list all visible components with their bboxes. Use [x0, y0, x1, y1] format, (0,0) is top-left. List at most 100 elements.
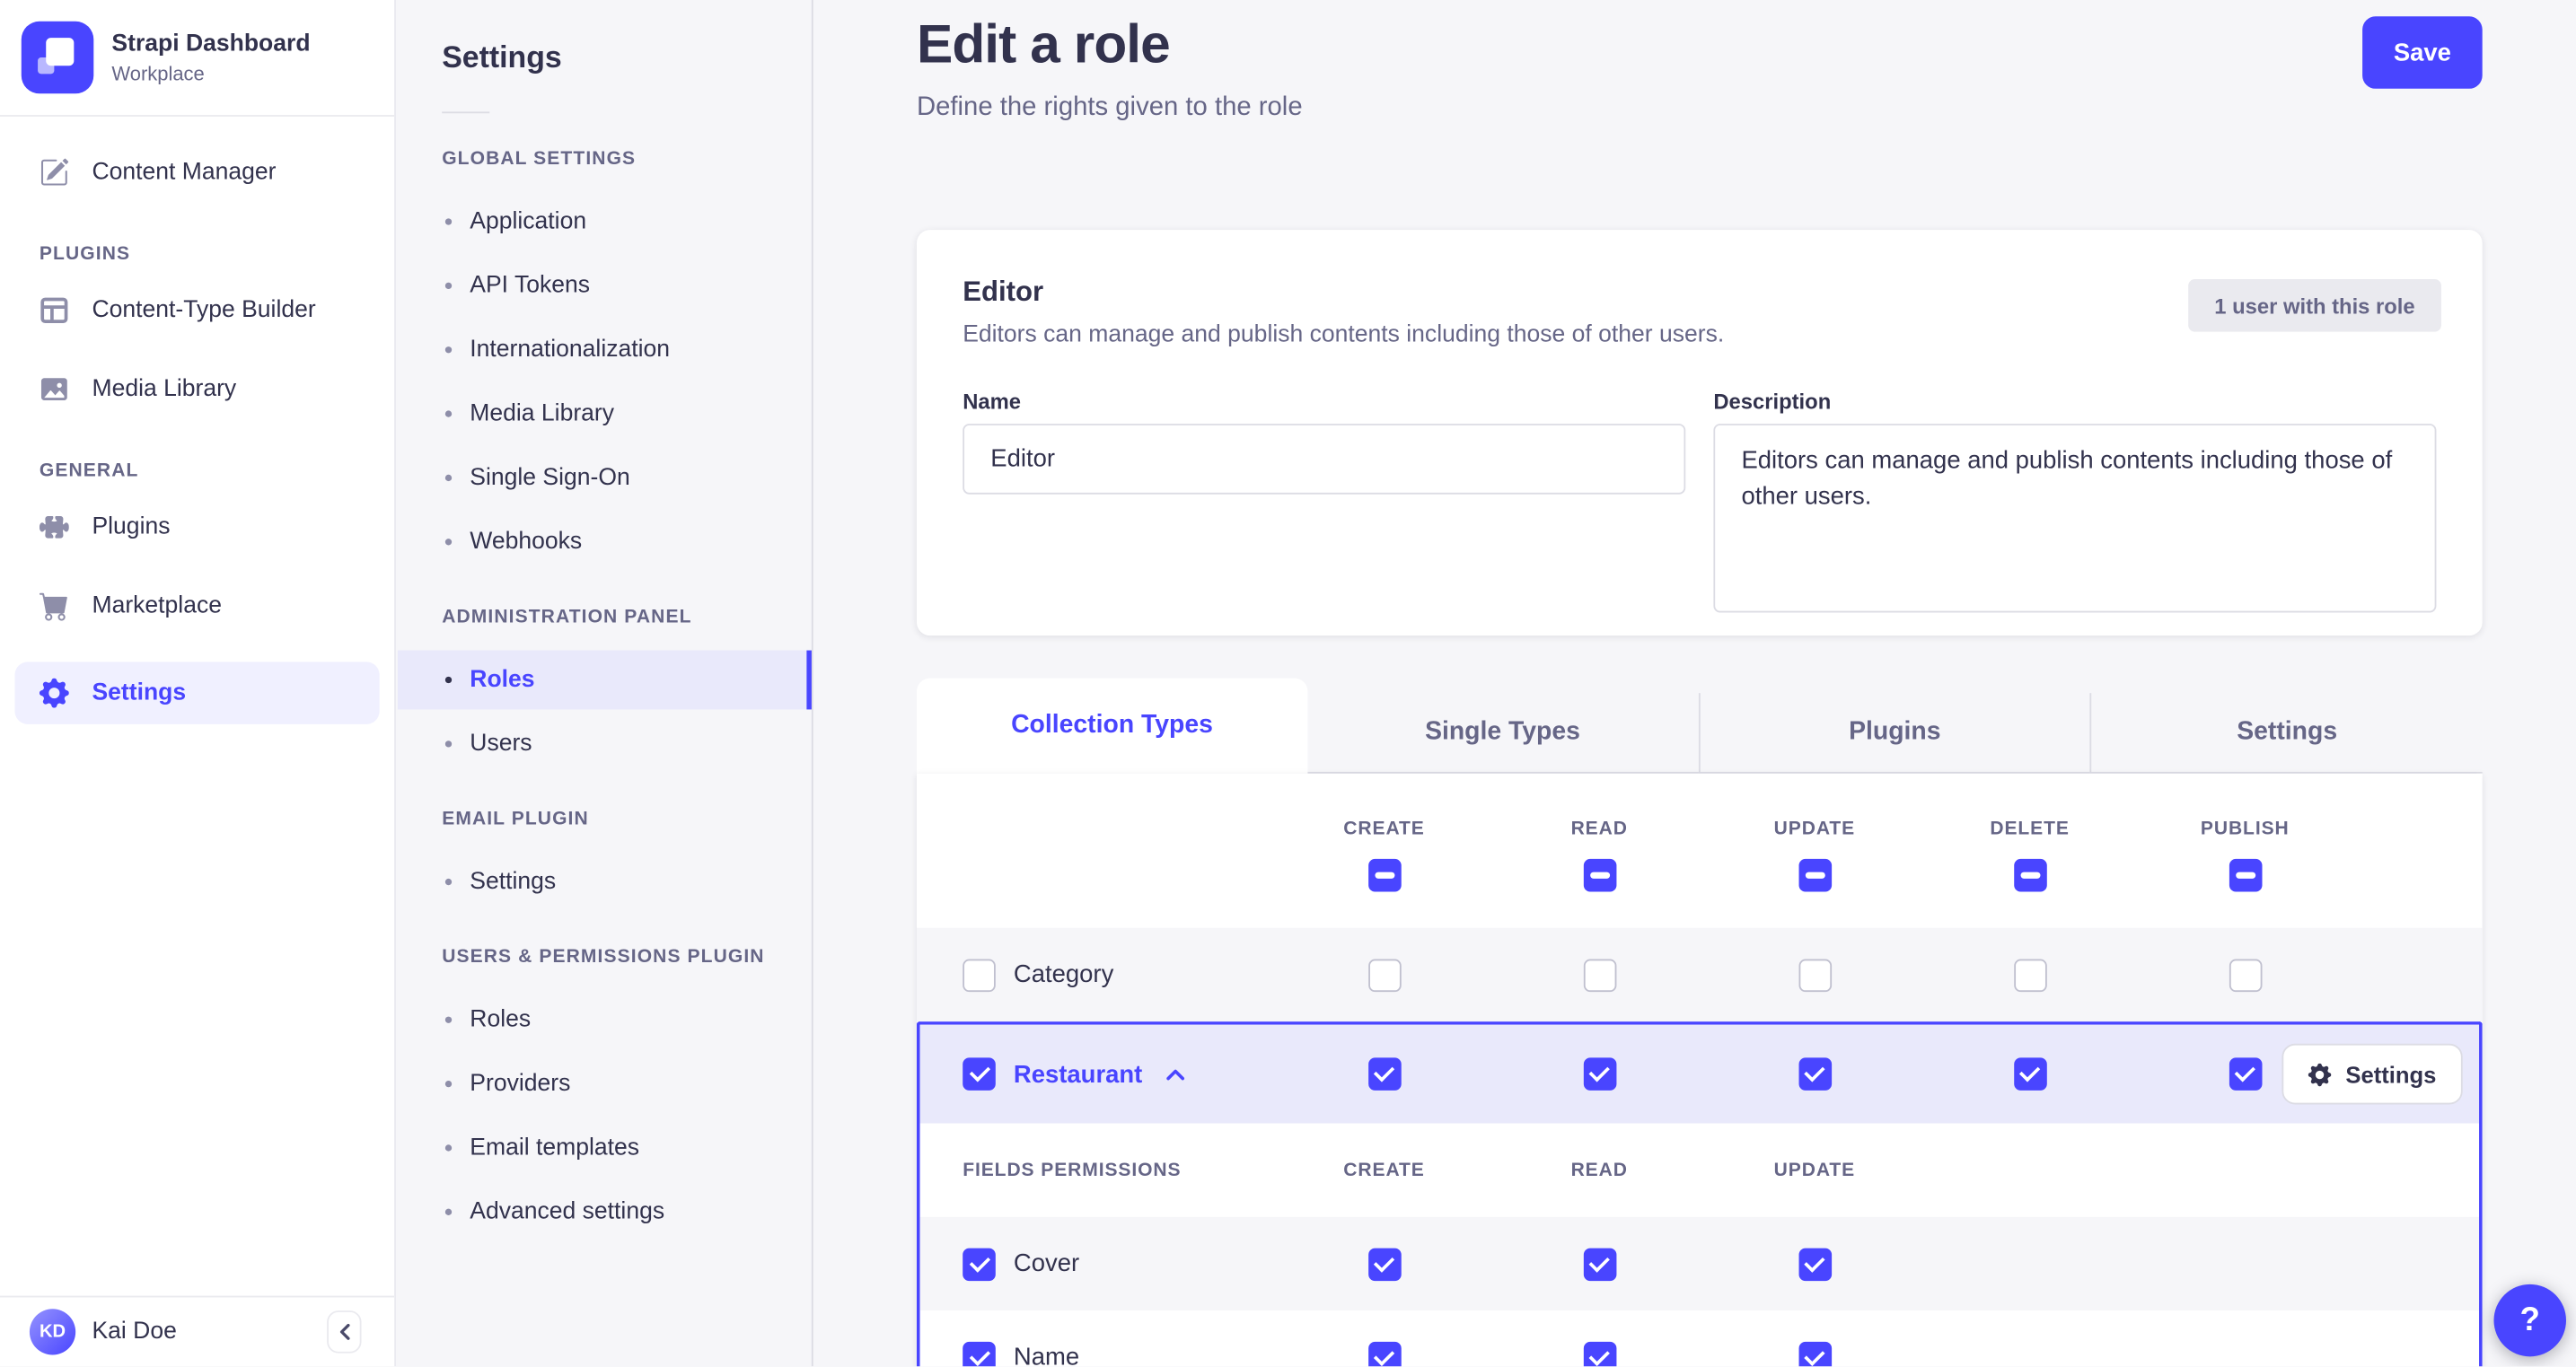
sidebar-item-label: Marketplace: [92, 592, 222, 619]
subnav-item-internationalization[interactable]: Internationalization: [398, 320, 812, 380]
main-sidebar: Strapi Dashboard Workplace Content Manag…: [0, 0, 396, 1367]
save-button[interactable]: Save: [2362, 16, 2483, 89]
tab-collection-types[interactable]: Collection Types: [916, 678, 1307, 774]
restaurant-delete-checkbox[interactable]: [2013, 1057, 2046, 1091]
tab-single-types[interactable]: Single Types: [1306, 693, 1698, 774]
permissions-header-row: CREATE READ UPDATE DELETE PUBLISH: [917, 774, 2483, 928]
category-delete-checkbox[interactable]: [2013, 958, 2046, 992]
subnav-item-api-tokens[interactable]: API Tokens: [398, 256, 812, 315]
description-input[interactable]: Editors can manage and publish contents …: [1713, 424, 2437, 613]
cover-read-checkbox[interactable]: [1582, 1247, 1616, 1281]
restaurant-create-checkbox[interactable]: [1367, 1057, 1401, 1091]
sidebar-item-label: Content Manager: [92, 159, 277, 186]
category-publish-checkbox[interactable]: [2228, 958, 2262, 992]
divider: [442, 111, 490, 114]
subnav-item-roles-up[interactable]: Roles: [398, 990, 812, 1049]
subnav-item-label: Internationalization: [470, 337, 671, 364]
cell: [1491, 1057, 1707, 1091]
sidebar-item-plugins[interactable]: Plugins: [0, 495, 394, 560]
column-label: READ: [1570, 1160, 1628, 1180]
name-update-checkbox[interactable]: [1798, 1340, 1832, 1367]
restaurant-publish-checkbox[interactable]: [2228, 1057, 2262, 1091]
tab-settings[interactable]: Settings: [2089, 693, 2483, 774]
row-label[interactable]: Category: [1014, 960, 1113, 988]
cover-update-checkbox[interactable]: [1798, 1247, 1832, 1281]
subnav-item-advanced-settings[interactable]: Advanced settings: [398, 1182, 812, 1241]
restaurant-read-checkbox[interactable]: [1582, 1057, 1616, 1091]
select-all-publish-checkbox[interactable]: [2228, 858, 2262, 892]
subnav-item-label: Email templates: [470, 1135, 640, 1161]
select-all-delete-checkbox[interactable]: [2013, 858, 2046, 892]
subnav-item-users[interactable]: Users: [398, 714, 812, 774]
row-label: Cover: [1013, 1249, 1080, 1278]
restaurant-row-checkbox[interactable]: [963, 1057, 996, 1091]
category-create-checkbox[interactable]: [1367, 958, 1401, 992]
tab-plugins[interactable]: Plugins: [1697, 693, 2090, 774]
description-field-group: Description Editors can manage and publi…: [1713, 389, 2437, 621]
subnav-item-providers[interactable]: Providers: [398, 1055, 812, 1114]
cell: [1277, 1247, 1492, 1281]
category-row-checkbox[interactable]: [963, 958, 996, 992]
cell: [1707, 1340, 1922, 1367]
subnav-item-media-library[interactable]: Media Library: [398, 384, 812, 443]
select-all-create-checkbox[interactable]: [1367, 858, 1401, 892]
avatar[interactable]: KD: [29, 1309, 76, 1355]
cell: [1491, 1247, 1707, 1281]
category-read-checkbox[interactable]: [1582, 958, 1616, 992]
cover-create-checkbox[interactable]: [1367, 1247, 1401, 1281]
sidebar-item-settings[interactable]: Settings: [14, 662, 380, 724]
subnav-item-email-templates[interactable]: Email templates: [398, 1118, 812, 1178]
name-read-checkbox[interactable]: [1582, 1340, 1616, 1367]
help-button[interactable]: ?: [2493, 1284, 2566, 1357]
sidebar-item-content-type-builder[interactable]: Content-Type Builder: [0, 277, 394, 343]
permissions-tabs: Collection Types Single Types Plugins Se…: [916, 678, 2483, 774]
name-row-checkbox[interactable]: [963, 1340, 996, 1367]
description-label: Description: [1713, 389, 1832, 415]
name-input[interactable]: [963, 424, 1686, 495]
sidebar-item-media-library[interactable]: Media Library: [0, 356, 394, 422]
subnav-item-label: Application: [470, 208, 587, 235]
chevron-left-icon: [338, 1323, 351, 1340]
page-subtitle: Define the rights given to the role: [916, 93, 1303, 122]
subnav-item-label: API Tokens: [470, 272, 591, 300]
sidebar-section-general: GENERAL: [39, 461, 139, 482]
restaurant-settings-button[interactable]: Settings: [2281, 1043, 2463, 1105]
subnav-item-label: Roles: [470, 1006, 532, 1033]
table-row-name: Name: [919, 1310, 2480, 1367]
settings-button-label: Settings: [2345, 1060, 2437, 1088]
select-all-read-checkbox[interactable]: [1582, 858, 1616, 892]
column-label: READ: [1570, 819, 1628, 839]
subnav-item-email-settings[interactable]: Settings: [398, 853, 812, 912]
sidebar-item-marketplace[interactable]: Marketplace: [0, 574, 394, 639]
subnav-item-application[interactable]: Application: [398, 192, 812, 251]
sidebar-item-content-manager[interactable]: Content Manager: [0, 140, 394, 206]
sidebar-collapse-button[interactable]: [327, 1310, 362, 1354]
cell: [1277, 1057, 1492, 1091]
row-label: Name: [1013, 1343, 1080, 1367]
gear-icon: [2308, 1062, 2331, 1086]
cover-row-checkbox[interactable]: [963, 1247, 996, 1281]
column-read: READ: [1491, 774, 1707, 928]
column-delete: DELETE: [1922, 774, 2138, 928]
name-create-checkbox[interactable]: [1367, 1340, 1401, 1367]
role-form-fields: Name Description Editors can manage and …: [963, 389, 2437, 621]
subnav-item-label: Single Sign-On: [470, 464, 630, 492]
brand[interactable]: Strapi Dashboard Workplace: [0, 0, 394, 115]
name-label: Name: [963, 389, 1022, 415]
row-label[interactable]: Restaurant: [1014, 1060, 1142, 1088]
row-label-cell[interactable]: Restaurant: [920, 1057, 1277, 1091]
table-row-restaurant: Restaurant Settings: [919, 1024, 2480, 1124]
subnav-item-label: Settings: [470, 868, 557, 896]
cell: [2137, 958, 2352, 992]
restaurant-update-checkbox[interactable]: [1798, 1057, 1832, 1091]
sidebar-item-label: Content-Type Builder: [92, 297, 316, 324]
role-details-card: Editor Editors can manage and publish co…: [916, 230, 2483, 636]
category-update-checkbox[interactable]: [1798, 958, 1832, 992]
subnav-item-webhooks[interactable]: Webhooks: [398, 513, 812, 572]
cell: [1707, 1247, 1922, 1281]
subnav-item-roles-admin[interactable]: Roles: [397, 650, 812, 710]
subnav-item-single-sign-on[interactable]: Single Sign-On: [398, 449, 812, 508]
select-all-update-checkbox[interactable]: [1798, 858, 1832, 892]
users-with-role-badge[interactable]: 1 user with this role: [2187, 279, 2441, 332]
